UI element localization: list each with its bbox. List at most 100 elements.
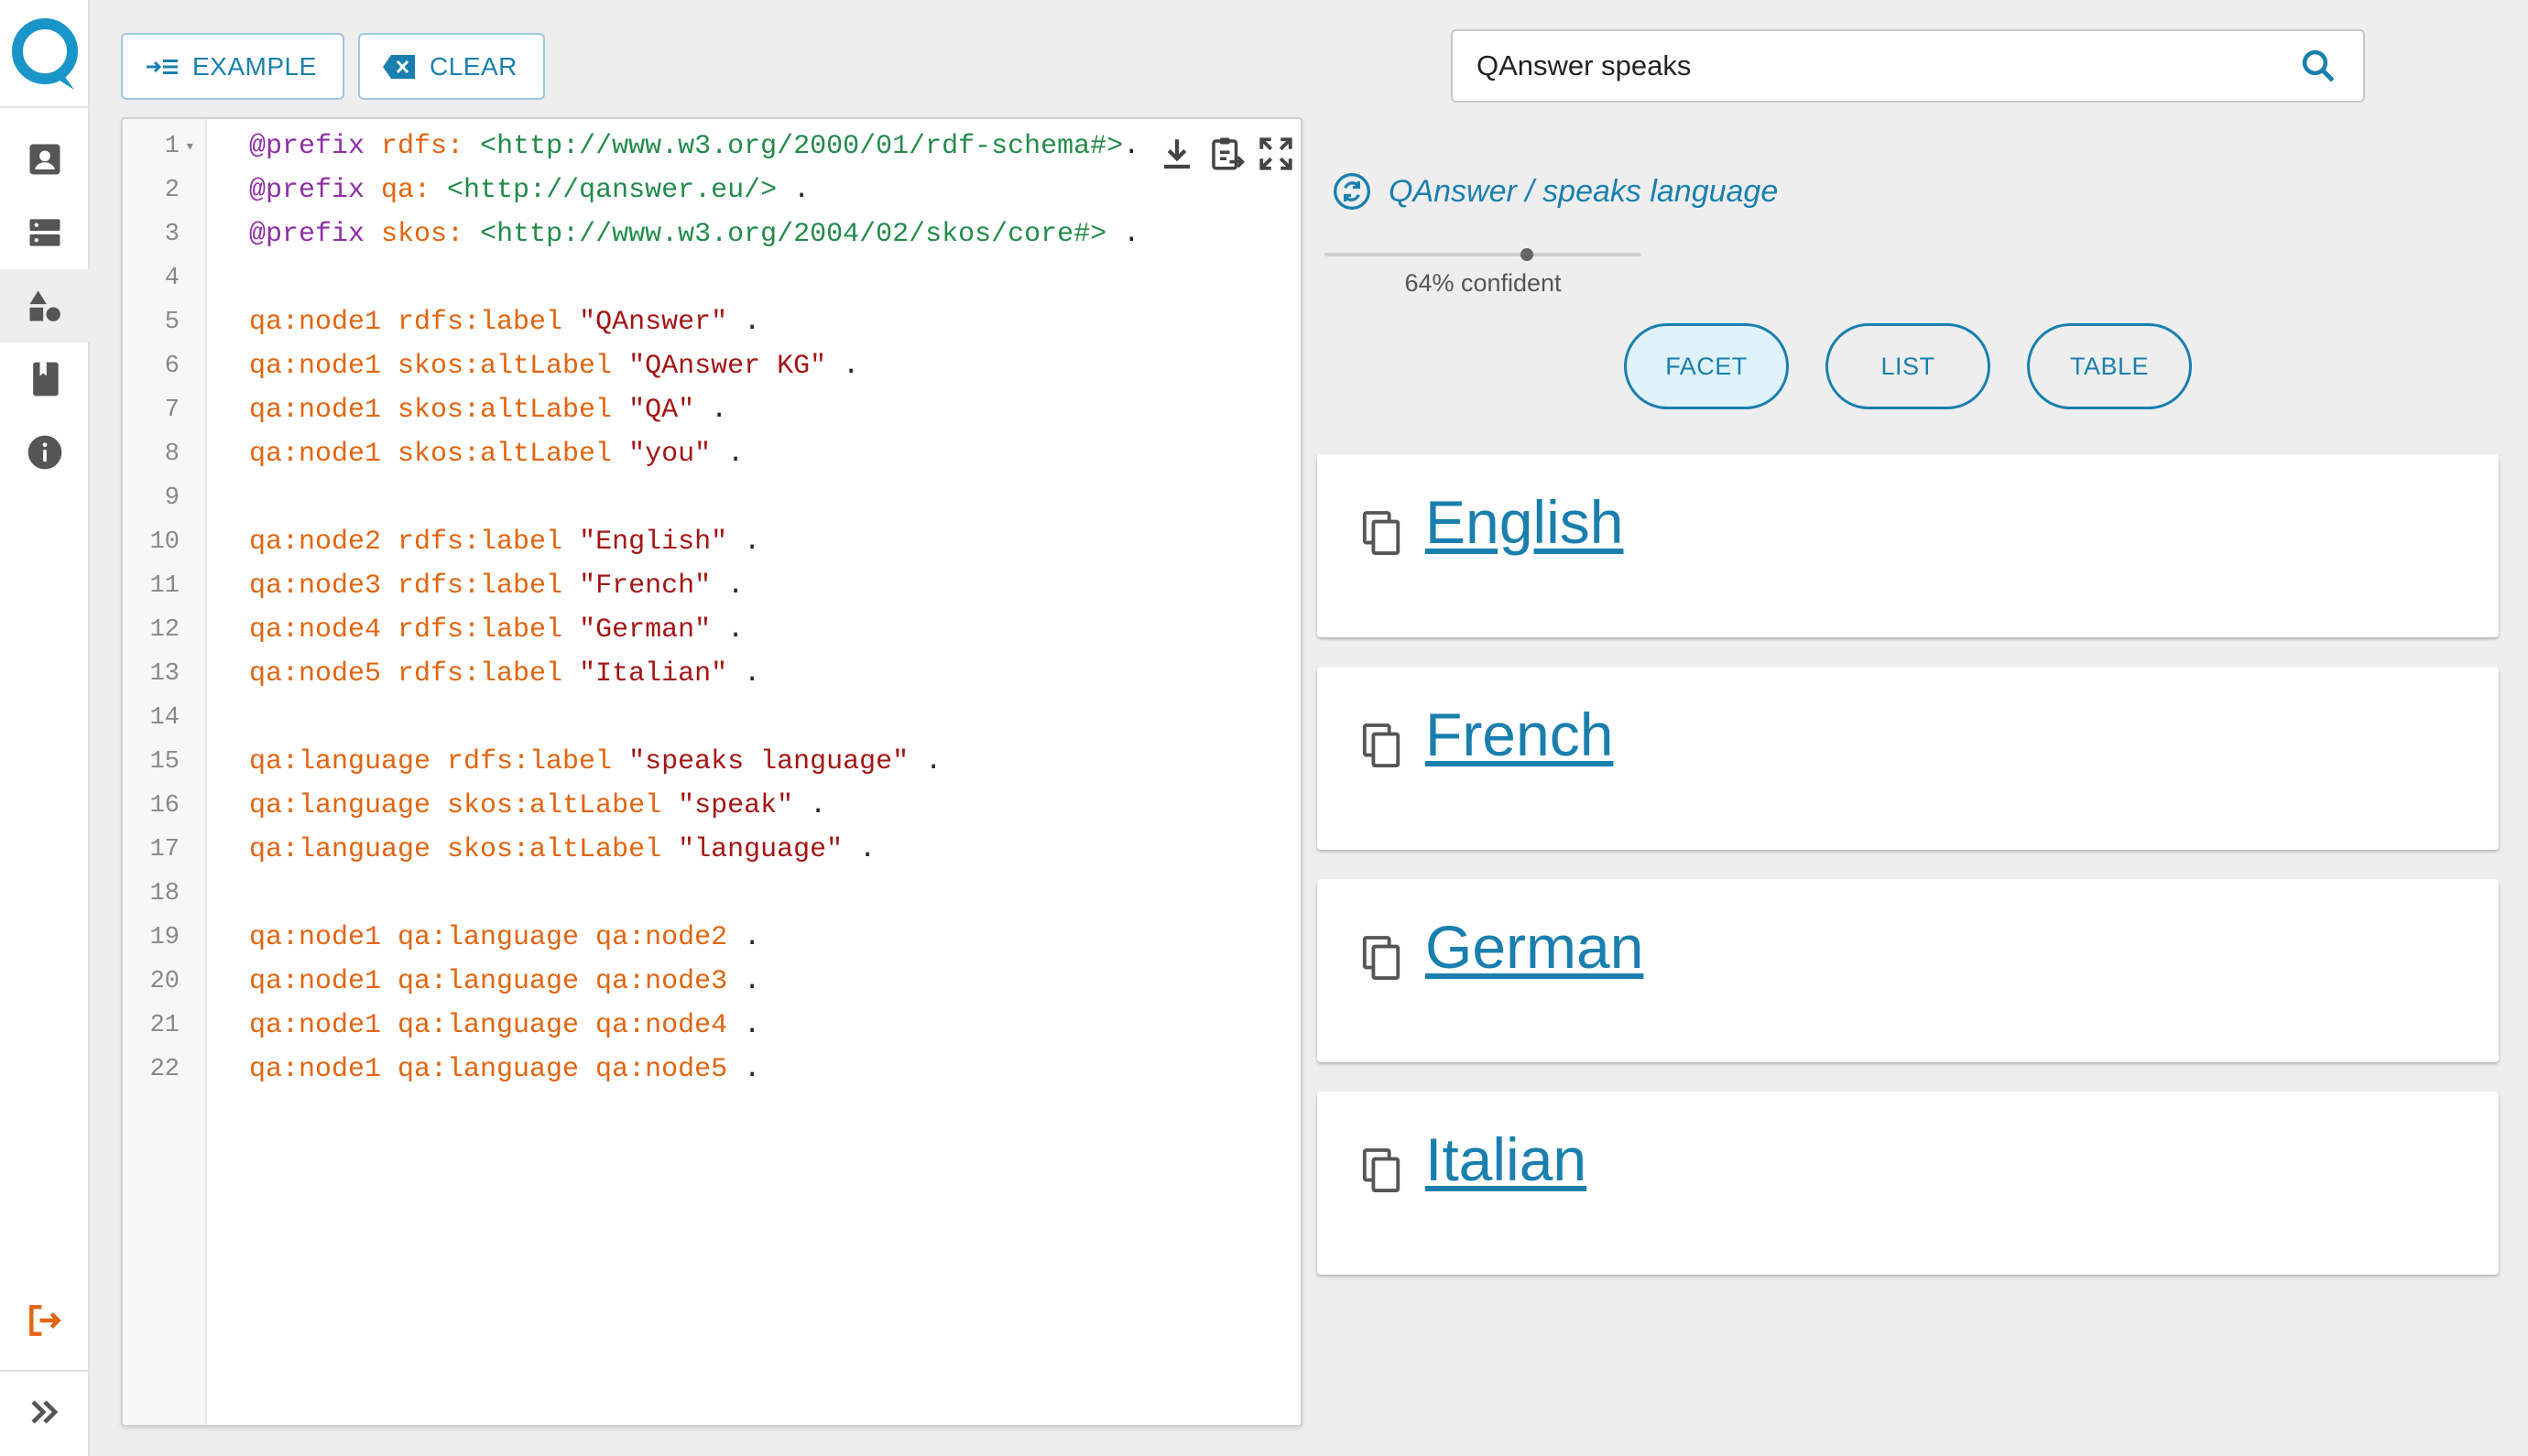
code-token: . — [727, 1054, 761, 1085]
code-token: qa:node1 qa:language qa:node3 — [249, 966, 728, 997]
line-number: 22 — [149, 1056, 180, 1083]
line-number: 14 — [149, 704, 180, 732]
sidebar-item-info[interactable] — [0, 416, 90, 489]
line-number: 19 — [149, 924, 180, 951]
code-line: 3 @prefix skos: <http://www.w3.org/2004/0… — [123, 212, 1301, 256]
qanswer-logo[interactable] — [8, 13, 82, 95]
user-icon — [29, 144, 60, 175]
code-token: . — [727, 658, 761, 690]
result-card: English — [1317, 454, 2499, 637]
code-text: @prefix skos: <http://www.w3.org/2004/02… — [207, 219, 1139, 250]
code-token: qa:node1 qa:language qa:node5 — [249, 1054, 728, 1085]
sidebar-item-servers[interactable] — [0, 196, 90, 269]
view-facet-button[interactable]: FACET — [1624, 323, 1789, 409]
fullscreen-icon[interactable] — [1257, 135, 1295, 173]
result-link[interactable]: English — [1425, 487, 1623, 557]
search-icon[interactable] — [2299, 47, 2337, 85]
sidebar-item-docs[interactable] — [0, 342, 90, 416]
code-token: . — [826, 351, 860, 382]
download-icon[interactable] — [1158, 135, 1196, 173]
backspace-icon — [383, 54, 415, 79]
example-button[interactable]: EXAMPLE — [121, 33, 344, 100]
example-button-label: EXAMPLE — [192, 51, 317, 81]
clear-button[interactable]: CLEAR — [358, 33, 545, 100]
expand-icon — [31, 1400, 59, 1424]
code-line: 10 qa:node2 rdfs:label "English" . — [123, 520, 1301, 564]
line-number: 7 — [164, 397, 180, 424]
view-list-button[interactable]: LIST — [1825, 323, 1990, 409]
code-line: 12 qa:node4 rdfs:label "German" . — [123, 608, 1301, 652]
view-table-button[interactable]: TABLE — [2027, 323, 2192, 409]
code-token: rdfs: — [381, 131, 481, 162]
code-token: qa:node3 rdfs:label — [249, 570, 580, 602]
code-token: . — [909, 746, 943, 777]
code-area[interactable]: 1 ▾ @prefix rdfs: <http://www.w3.org/2000/… — [123, 125, 1301, 1092]
result-link[interactable]: Italian — [1425, 1125, 1586, 1194]
code-token: <http://qanswer.eu/> — [447, 175, 778, 206]
code-token: "French" — [579, 570, 712, 602]
code-text: qa:node1 qa:language qa:node5 . — [207, 1054, 760, 1085]
code-line: 8 qa:node1 skos:altLabel "you" . — [123, 432, 1301, 476]
search-input[interactable] — [1453, 31, 2299, 101]
answer-title: QAnswer / speaks language — [1332, 168, 1778, 214]
code-token: @prefix — [249, 175, 382, 206]
sparql-query-icon[interactable] — [1332, 171, 1372, 212]
line-number: 15 — [149, 748, 180, 776]
result-link[interactable]: German — [1425, 912, 1643, 982]
logout-button[interactable] — [0, 1284, 90, 1357]
line-number: 4 — [164, 265, 180, 292]
code-token: qa:language skos:altLabel — [249, 834, 679, 865]
code-token: <http://www.w3.org/2000/01/rdf-schema#> — [480, 131, 1124, 162]
code-token: "QA" — [628, 395, 695, 426]
code-text: qa:node2 rdfs:label "English" . — [207, 527, 760, 558]
copy-icon[interactable] — [1361, 511, 1403, 557]
code-line: 22 qa:node1 qa:language qa:node5 . — [123, 1048, 1301, 1092]
code-token: "speaks language" — [628, 746, 910, 777]
code-token: . — [1106, 219, 1140, 250]
info-icon — [27, 435, 62, 470]
code-text: qa:language rdfs:label "speaks language"… — [207, 746, 942, 777]
confidence-slider-thumb — [1520, 248, 1534, 261]
line-number: 12 — [149, 616, 180, 644]
fold-toggle-icon[interactable]: ▾ — [180, 136, 207, 157]
sidebar-item-user[interactable] — [0, 123, 90, 196]
paste-icon[interactable] — [1207, 135, 1246, 173]
sidebar-item-shapes[interactable] — [0, 269, 90, 342]
result-link[interactable]: French — [1425, 700, 1613, 769]
code-token: . — [843, 834, 877, 865]
line-number: 5 — [164, 309, 180, 336]
code-line: 5 qa:node1 rdfs:label "QAnswer" . — [123, 300, 1301, 344]
code-line: 20 qa:node1 qa:language qa:node3 . — [123, 960, 1301, 1004]
code-text: qa:node4 rdfs:label "German" . — [207, 614, 744, 646]
code-text: @prefix rdfs: <http://www.w3.org/2000/01… — [207, 131, 1139, 162]
rdf-editor[interactable]: 1 ▾ @prefix rdfs: <http://www.w3.org/2000/… — [121, 117, 1302, 1427]
line-number: 2 — [164, 177, 180, 204]
sidebar — [0, 0, 90, 1456]
line-number: 1 — [164, 133, 180, 160]
code-text: qa:node5 rdfs:label "Italian" . — [207, 658, 760, 690]
copy-icon[interactable] — [1361, 723, 1403, 769]
code-text: qa:node3 rdfs:label "French" . — [207, 570, 744, 602]
clear-button-label: CLEAR — [430, 51, 518, 81]
expand-sidebar-button[interactable] — [0, 1375, 90, 1449]
line-number: 9 — [164, 484, 180, 512]
result-card: Italian — [1317, 1092, 2499, 1275]
code-token: qa:node4 rdfs:label — [249, 614, 580, 646]
insert-example-icon — [147, 59, 178, 74]
code-token: "German" — [579, 614, 712, 646]
sidebar-divider — [0, 1370, 90, 1372]
code-token: . — [694, 395, 728, 426]
code-line: 21 qa:node1 qa:language qa:node4 . — [123, 1004, 1301, 1048]
code-token: @prefix — [249, 219, 382, 250]
code-text: @prefix qa: <http://qanswer.eu/> . — [207, 175, 810, 206]
server-icon — [29, 219, 60, 246]
line-number: 17 — [149, 836, 180, 864]
code-text: qa:node1 qa:language qa:node3 . — [207, 966, 760, 997]
copy-icon[interactable] — [1361, 936, 1403, 982]
code-token: "Italian" — [579, 658, 728, 690]
copy-icon[interactable] — [1361, 1148, 1403, 1194]
code-token: qa:node1 skos:altLabel — [249, 395, 629, 426]
code-token: . — [727, 527, 761, 558]
code-line: 11 qa:node3 rdfs:label "French" . — [123, 564, 1301, 608]
code-line: 6 qa:node1 skos:altLabel "QAnswer KG" . — [123, 344, 1301, 388]
